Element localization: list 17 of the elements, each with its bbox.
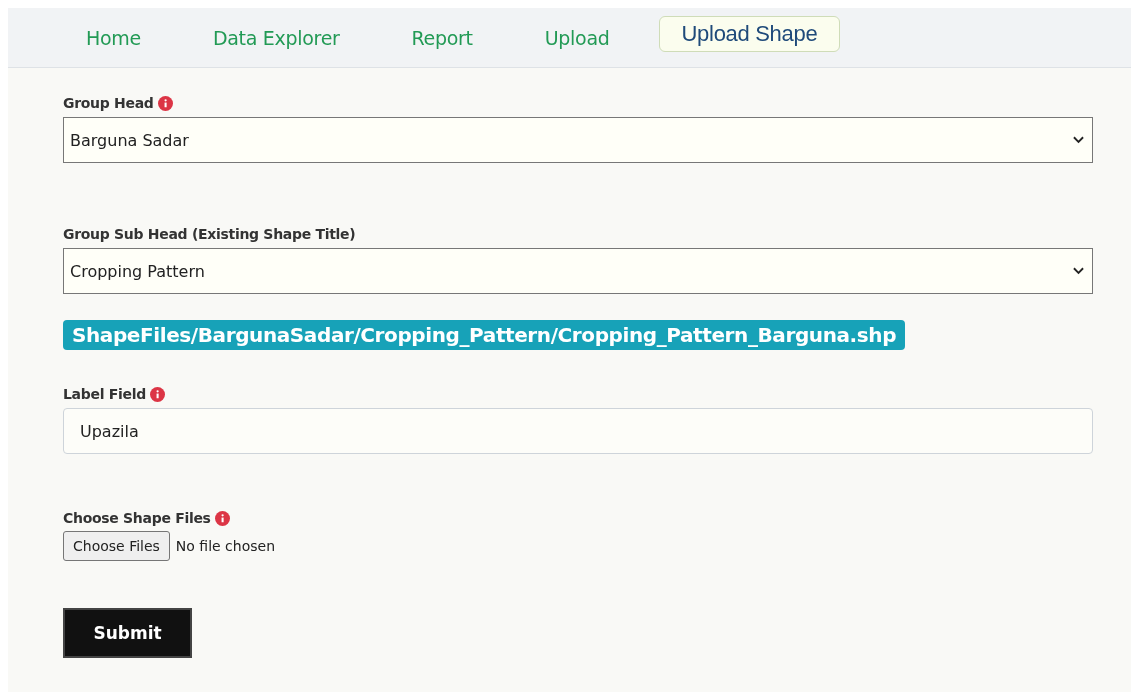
info-icon[interactable] <box>149 386 165 402</box>
group-sub-head-select[interactable]: Cropping Pattern <box>63 248 1093 294</box>
info-icon[interactable] <box>157 95 173 111</box>
field-label: Group Sub Head (Existing Shape Title) <box>63 226 356 242</box>
group-head-select[interactable]: Barguna Sadar <box>63 117 1093 163</box>
chevron-down-icon <box>1073 267 1084 275</box>
info-icon[interactable] <box>214 510 230 526</box>
choose-files-button[interactable]: Choose Files <box>63 531 170 561</box>
shape-path-label: ShapeFiles/BargunaSadar/Cropping_Pattern/Cropping_Pattern_Barguna.shp <box>63 320 906 350</box>
label-field-input[interactable]: Upazila <box>63 408 1093 454</box>
field-label: Choose Shape Files <box>63 510 211 526</box>
submit-button[interactable]: Submit <box>63 608 192 658</box>
chevron-down-icon <box>1073 136 1084 144</box>
nav-tab[interactable]: Upload Shape <box>658 15 841 52</box>
file-status-text: No file chosen <box>175 538 276 554</box>
field-label: Group Head <box>63 95 154 111</box>
field-label: Label Field <box>63 386 146 402</box>
